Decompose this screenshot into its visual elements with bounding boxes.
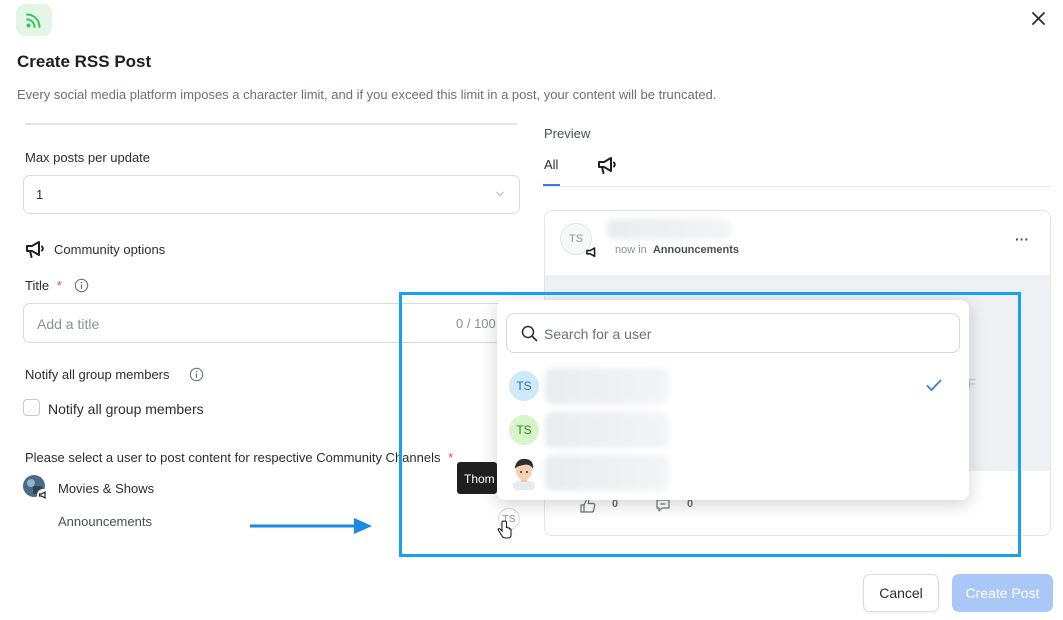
tab-divider <box>543 186 1051 187</box>
title-placeholder: Add a title <box>37 316 100 332</box>
avatar-initials: TS <box>568 233 584 245</box>
rss-icon <box>16 4 52 36</box>
cancel-button[interactable]: Cancel <box>863 574 939 612</box>
chevron-down-icon <box>496 191 504 197</box>
notify-label: Notify all group members <box>25 367 170 382</box>
highlight-box <box>399 292 1021 557</box>
channel-name: Announcements <box>58 514 152 529</box>
modal-subtitle: Every social media platform imposes a ch… <box>17 87 717 102</box>
preview-label: Preview <box>544 126 591 141</box>
info-icon <box>189 367 204 387</box>
community-options-label: Community options <box>54 242 166 257</box>
notify-checkbox-label: Notify all group members <box>48 401 204 417</box>
megaphone-icon <box>598 157 616 174</box>
max-posts-label: Max posts per update <box>25 150 151 165</box>
more-options-icon[interactable]: ··· <box>1015 231 1029 247</box>
select-user-label: Please select a user to post content for… <box>25 450 453 465</box>
community-avatar <box>22 474 50 502</box>
megaphone-icon <box>24 239 46 264</box>
post-meta: now in Announcements <box>615 244 739 256</box>
close-button[interactable] <box>1026 6 1050 30</box>
title-label: Title * <box>25 278 62 293</box>
create-post-button[interactable]: Create Post <box>952 574 1053 612</box>
redacted-username <box>607 219 732 239</box>
required-mark: * <box>56 278 62 293</box>
notify-checkbox[interactable] <box>23 399 40 416</box>
post-channel: Announcements <box>652 244 740 256</box>
info-icon <box>74 278 89 298</box>
post-meta-prefix: now in <box>615 244 647 256</box>
pointer-arrow <box>250 516 375 541</box>
select-user-label-text: Please select a user to post content for… <box>25 450 441 465</box>
tab-all[interactable]: All <box>544 157 558 172</box>
community-name: Movies & Shows <box>58 481 155 496</box>
max-posts-value: 1 <box>36 187 44 202</box>
max-posts-select[interactable]: 1 <box>23 175 520 214</box>
section-divider <box>25 123 517 125</box>
tab-community[interactable] <box>596 155 618 180</box>
title-label-text: Title <box>25 278 50 293</box>
modal-title: Create RSS Post <box>17 52 152 71</box>
megaphone-icon <box>585 246 599 264</box>
close-icon <box>1031 11 1045 25</box>
